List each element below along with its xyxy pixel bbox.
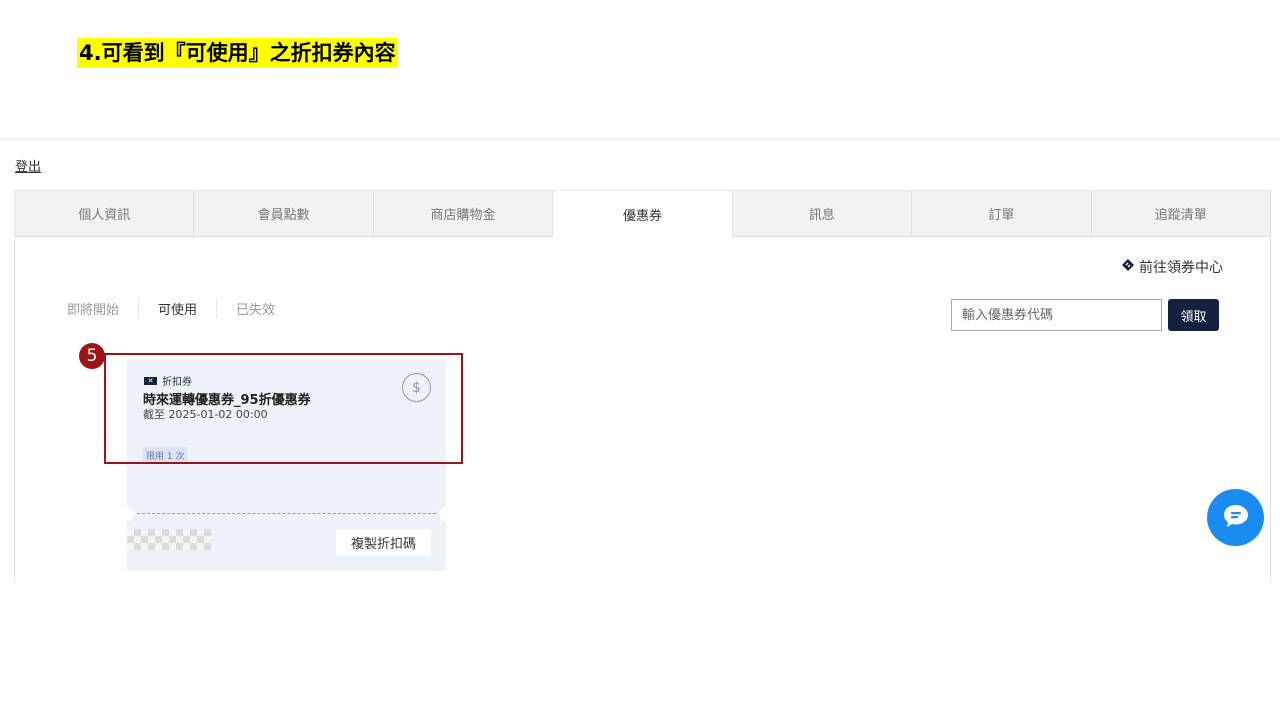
- member-tabs: 個人資訊 會員點數 商店購物金 優惠券 訊息 訂單 追蹤清單: [15, 191, 1270, 237]
- tab-orders[interactable]: 訂單: [912, 191, 1092, 237]
- tab-profile[interactable]: 個人資訊: [15, 191, 195, 237]
- subtab-expired[interactable]: 已失效: [217, 299, 294, 318]
- coupon-code-input[interactable]: [951, 299, 1162, 331]
- annotation-highlight-box: [104, 353, 463, 464]
- subtab-upcoming[interactable]: 即將開始: [67, 299, 140, 318]
- subtab-available[interactable]: 可使用: [139, 299, 218, 318]
- coupon-center-label: 前往領券中心: [1139, 260, 1223, 276]
- chat-button[interactable]: [1207, 489, 1264, 546]
- header-divider: [0, 138, 1280, 142]
- tab-points[interactable]: 會員點數: [194, 191, 374, 237]
- copy-code-button[interactable]: 複製折扣碼: [336, 529, 431, 556]
- coupon-center-link[interactable]: 前往領券中心: [1121, 257, 1223, 277]
- coupon-status-tabs: 即將開始 可使用 已失效: [67, 299, 294, 318]
- tab-wishlist[interactable]: 追蹤清單: [1091, 191, 1270, 237]
- tab-coupons[interactable]: 優惠券: [553, 191, 733, 237]
- ticket-divider: [137, 513, 436, 514]
- tab-messages[interactable]: 訊息: [732, 191, 913, 237]
- ticket-icon: [1121, 258, 1135, 276]
- instruction-caption: 4.可看到『可使用』之折扣券內容: [77, 38, 398, 68]
- step-badge: 5: [79, 343, 105, 369]
- tab-store-credit[interactable]: 商店購物金: [373, 191, 554, 237]
- coupon-code-placeholder: [127, 529, 211, 550]
- chat-icon: [1222, 503, 1250, 533]
- ticket-notch-left: [120, 507, 134, 521]
- logout-link[interactable]: 登出: [15, 156, 41, 175]
- claim-button[interactable]: 領取: [1168, 299, 1219, 331]
- ticket-notch-right: [439, 507, 453, 521]
